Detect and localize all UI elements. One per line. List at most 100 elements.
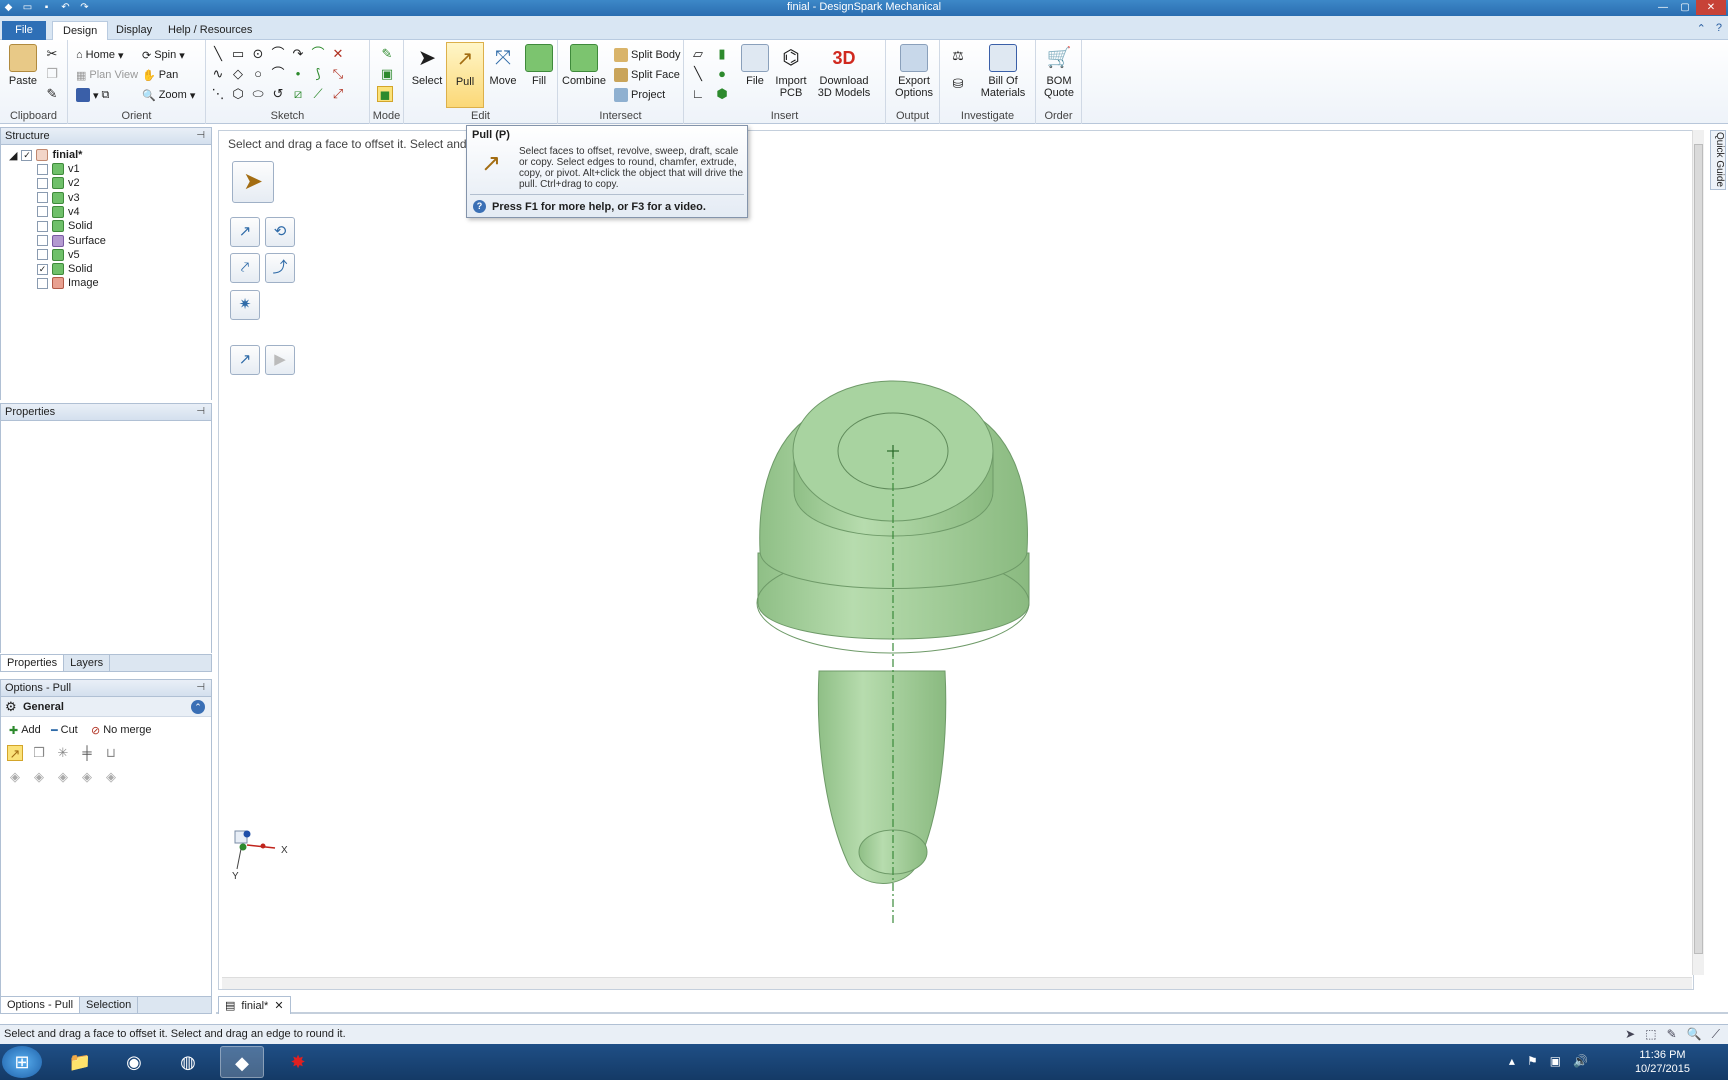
selection-box-icon[interactable]: ⬚	[1645, 1027, 1656, 1042]
measure-icon[interactable]: ⟋	[1712, 1027, 1720, 1042]
tangent-arc-icon[interactable]: ↷	[290, 46, 306, 62]
tree-checkbox[interactable]	[37, 220, 48, 232]
sweep-tool-button[interactable]: ⤴	[265, 253, 295, 283]
tree-item[interactable]: Image	[37, 276, 99, 290]
tree-item[interactable]: v5	[37, 248, 80, 262]
tree-item[interactable]: ✓ Solid	[37, 262, 92, 276]
export-options-button[interactable]: Export Options	[892, 44, 936, 99]
network-icon[interactable]: ▣	[1550, 1054, 1561, 1068]
start-button[interactable]: ⊞	[2, 1046, 42, 1078]
move-button[interactable]: ⤧ Move	[484, 44, 522, 87]
collapse-ribbon-icon[interactable]: ⌃	[1697, 22, 1706, 35]
plan-view-button[interactable]: ▦ Plan View	[76, 66, 138, 84]
scale-body-button[interactable]: ✷	[230, 290, 260, 320]
import-pcb-button[interactable]: ⌬ Import PCB	[772, 44, 810, 99]
mass-icon[interactable]: ⛁	[950, 76, 966, 92]
tab-display[interactable]: Display	[106, 21, 162, 40]
home-button[interactable]: ⌂ Home ▾	[76, 46, 124, 64]
tab-options-pull[interactable]: Options - Pull	[1, 997, 81, 1013]
cut-icon[interactable]: ✂	[44, 46, 60, 62]
extrude-icon[interactable]: ◈	[55, 769, 71, 785]
circle-icon[interactable]: ⊙	[250, 46, 266, 62]
select-direction-icon[interactable]: ↗	[7, 745, 23, 761]
vertical-scroll-thumb[interactable]	[1694, 144, 1703, 954]
offset-icon[interactable]: ◈	[31, 769, 47, 785]
project-button[interactable]: Project	[614, 86, 665, 104]
vertical-scrollbar[interactable]	[1692, 130, 1704, 975]
minimize-icon[interactable]: —	[1652, 0, 1674, 15]
tree-checkbox[interactable]	[37, 249, 48, 261]
three-point-rectangle-icon[interactable]: ◇	[230, 66, 246, 82]
zoom-icon[interactable]: 🔍	[1687, 1027, 1702, 1042]
select-tool-button[interactable]: ➤	[232, 161, 274, 203]
pin-icon[interactable]: ⊣	[196, 130, 205, 141]
tray-expand-icon[interactable]: ▴	[1509, 1054, 1515, 1068]
sphere-icon[interactable]: ●	[714, 66, 730, 82]
3d-viewport[interactable]: X Y	[218, 130, 1694, 990]
bom-quote-button[interactable]: 🛒 BOM Quote	[1040, 44, 1078, 99]
both-sides-icon[interactable]: ◈	[7, 769, 23, 785]
pan-button[interactable]: ✋ Pan	[142, 66, 178, 84]
pin-icon[interactable]: ⊣	[196, 406, 205, 417]
point-icon[interactable]: •	[290, 66, 306, 82]
trim-icon[interactable]: ✕	[330, 46, 346, 62]
select-direction-button[interactable]: ↗	[230, 217, 260, 247]
tree-root[interactable]: ◢ ✓ finial*	[9, 148, 82, 162]
tab-layers[interactable]: Layers	[64, 655, 111, 671]
complete-button[interactable]: ▶	[265, 345, 295, 375]
taskbar-app[interactable]: ✸	[276, 1046, 320, 1078]
section-mode-icon[interactable]: ▣	[379, 66, 395, 82]
pull-options-button[interactable]: ↗	[230, 345, 260, 375]
tree-item[interactable]: v3	[37, 191, 80, 205]
tree-checkbox[interactable]: ✓	[37, 263, 48, 275]
ellipse-icon[interactable]: ⬭	[250, 86, 266, 102]
origin-icon[interactable]: ∟	[690, 86, 706, 102]
select-button[interactable]: ➤ Select	[408, 44, 446, 87]
rectangle-icon[interactable]: ▭	[230, 46, 246, 62]
offset-curve-icon[interactable]: ⟆	[310, 66, 326, 82]
tab-properties[interactable]: Properties	[1, 655, 65, 671]
taskbar-chrome[interactable]: ◉	[112, 1046, 156, 1078]
tree-item[interactable]: v1	[37, 162, 80, 176]
bend-icon[interactable]: ⟋	[310, 86, 326, 102]
pin-icon[interactable]: ⊣	[196, 682, 205, 693]
download-3d-models-button[interactable]: 3D Download 3D Models	[812, 44, 876, 99]
arc-icon[interactable]: ⌒	[270, 46, 286, 62]
collapse-icon[interactable]: ⌃	[191, 700, 205, 714]
insert-file-button[interactable]: File	[736, 44, 774, 87]
measure-icon[interactable]: ⚖	[950, 48, 966, 64]
help-icon[interactable]: ?	[1716, 22, 1722, 35]
up-to-icon[interactable]: ❒	[31, 745, 47, 761]
tree-item[interactable]: v2	[37, 176, 80, 190]
flag-icon[interactable]: ⚑	[1527, 1054, 1538, 1068]
three-point-circle-icon[interactable]: ○	[250, 66, 266, 82]
cut-option[interactable]: ━ Cut	[51, 721, 78, 739]
tree-item[interactable]: Solid	[37, 219, 92, 233]
tab-help-resources[interactable]: Help / Resources	[158, 21, 262, 40]
split-face-button[interactable]: Split Face	[614, 66, 680, 84]
tab-selection[interactable]: Selection	[80, 997, 139, 1013]
taskbar-explorer[interactable]: 📁	[58, 1046, 102, 1078]
shell-icon[interactable]: ⬢	[714, 86, 730, 102]
tab-design[interactable]: Design	[52, 21, 109, 40]
pull-button[interactable]: ↗ Pull	[446, 42, 484, 108]
copy-icon[interactable]: ❐	[44, 66, 60, 82]
cursor-icon[interactable]: ➤	[1625, 1027, 1635, 1042]
tree-checkbox[interactable]	[37, 235, 48, 246]
combine-button[interactable]: Combine	[562, 44, 606, 87]
cylinder-icon[interactable]: ▮	[714, 46, 730, 62]
close-icon[interactable]: ✕	[1696, 0, 1726, 15]
tree-checkbox[interactable]	[37, 177, 48, 189]
tree-checkbox[interactable]	[37, 206, 48, 218]
draft-tool-button[interactable]: ⤤	[230, 253, 260, 283]
ruler-icon[interactable]: ╪	[79, 745, 95, 761]
line-icon[interactable]: ╲	[210, 46, 226, 62]
spline-icon[interactable]: ∿	[210, 66, 226, 82]
split-body-button[interactable]: Split Body	[614, 46, 681, 64]
taskbar-firefox[interactable]: ◍	[166, 1046, 210, 1078]
view-cube-button[interactable]: ▾ ⧉	[76, 86, 109, 104]
general-section-header[interactable]: ⚙ General ⌃	[1, 697, 211, 717]
clock[interactable]: 11:36 PM 10/27/2015	[1635, 1048, 1690, 1076]
plane-icon[interactable]: ▱	[690, 46, 706, 62]
full-pull-icon[interactable]: ⊔	[103, 745, 119, 761]
